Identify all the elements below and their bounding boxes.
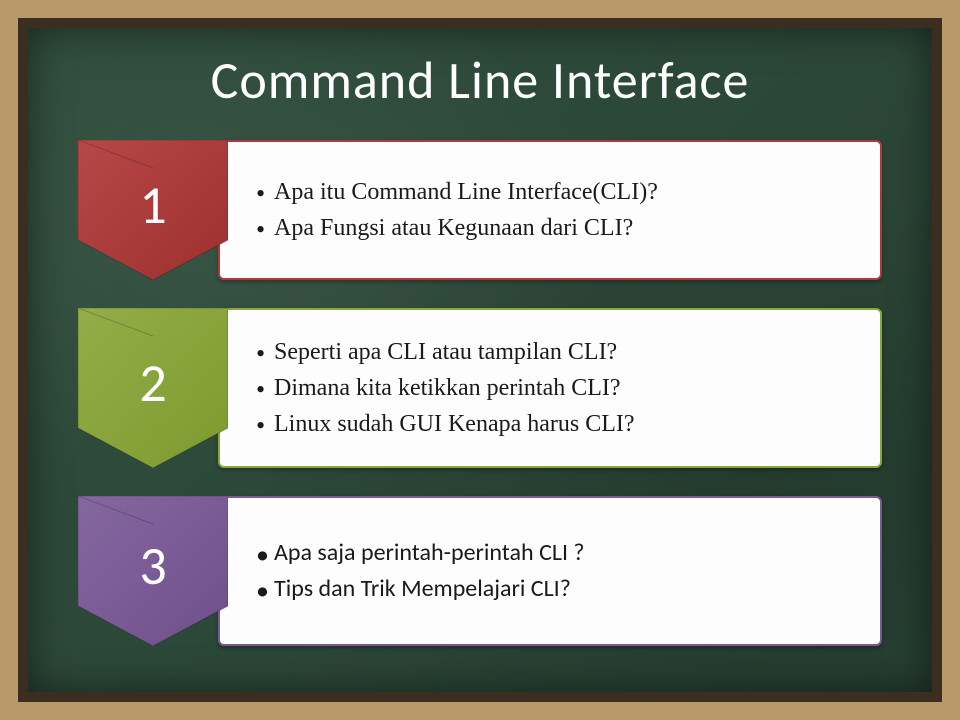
bullet-item: Apa itu Command Line Interface(CLI)? xyxy=(256,174,858,210)
content-box-2: Seperti apa CLI atau tampilan CLI?Dimana… xyxy=(218,308,882,468)
bullet-item: Seperti apa CLI atau tampilan CLI? xyxy=(256,334,858,370)
agenda-row-1: 1 Apa itu Command Line Interface(CLI)?Apa… xyxy=(78,140,882,280)
chevron-icon: 1 xyxy=(78,140,228,280)
slide-title: Command Line Interface xyxy=(78,48,882,112)
bullet-item: Apa saja perintah-perintah CLI ? xyxy=(256,535,858,571)
agenda-row-3: 3 Apa saja perintah-perintah CLI ?Tips da… xyxy=(78,496,882,646)
bullet-item: Apa Fungsi atau Kegunaan dari CLI? xyxy=(256,210,858,246)
bullet-item: Dimana kita ketikkan perintah CLI? xyxy=(256,370,858,406)
step-number: 1 xyxy=(139,172,166,238)
agenda-list: 1Apa itu Command Line Interface(CLI)?Apa… xyxy=(78,140,882,646)
bullet-item: Linux sudah GUI Kenapa harus CLI? xyxy=(256,406,858,442)
bullet-item: Tips dan Trik Mempelajari CLI? xyxy=(256,571,858,607)
chevron-icon: 3 xyxy=(78,496,228,646)
agenda-row-2: 2 Seperti apa CLI atau tampilan CLI?Diman… xyxy=(78,308,882,468)
step-number: 3 xyxy=(139,533,166,599)
step-number: 2 xyxy=(139,350,166,416)
content-box-1: Apa itu Command Line Interface(CLI)?Apa … xyxy=(218,140,882,280)
content-box-3: Apa saja perintah-perintah CLI ?Tips dan… xyxy=(218,496,882,646)
chalkboard-frame: Command Line Interface 1 Apa itu Command … xyxy=(18,18,942,702)
chevron-icon: 2 xyxy=(78,308,228,468)
